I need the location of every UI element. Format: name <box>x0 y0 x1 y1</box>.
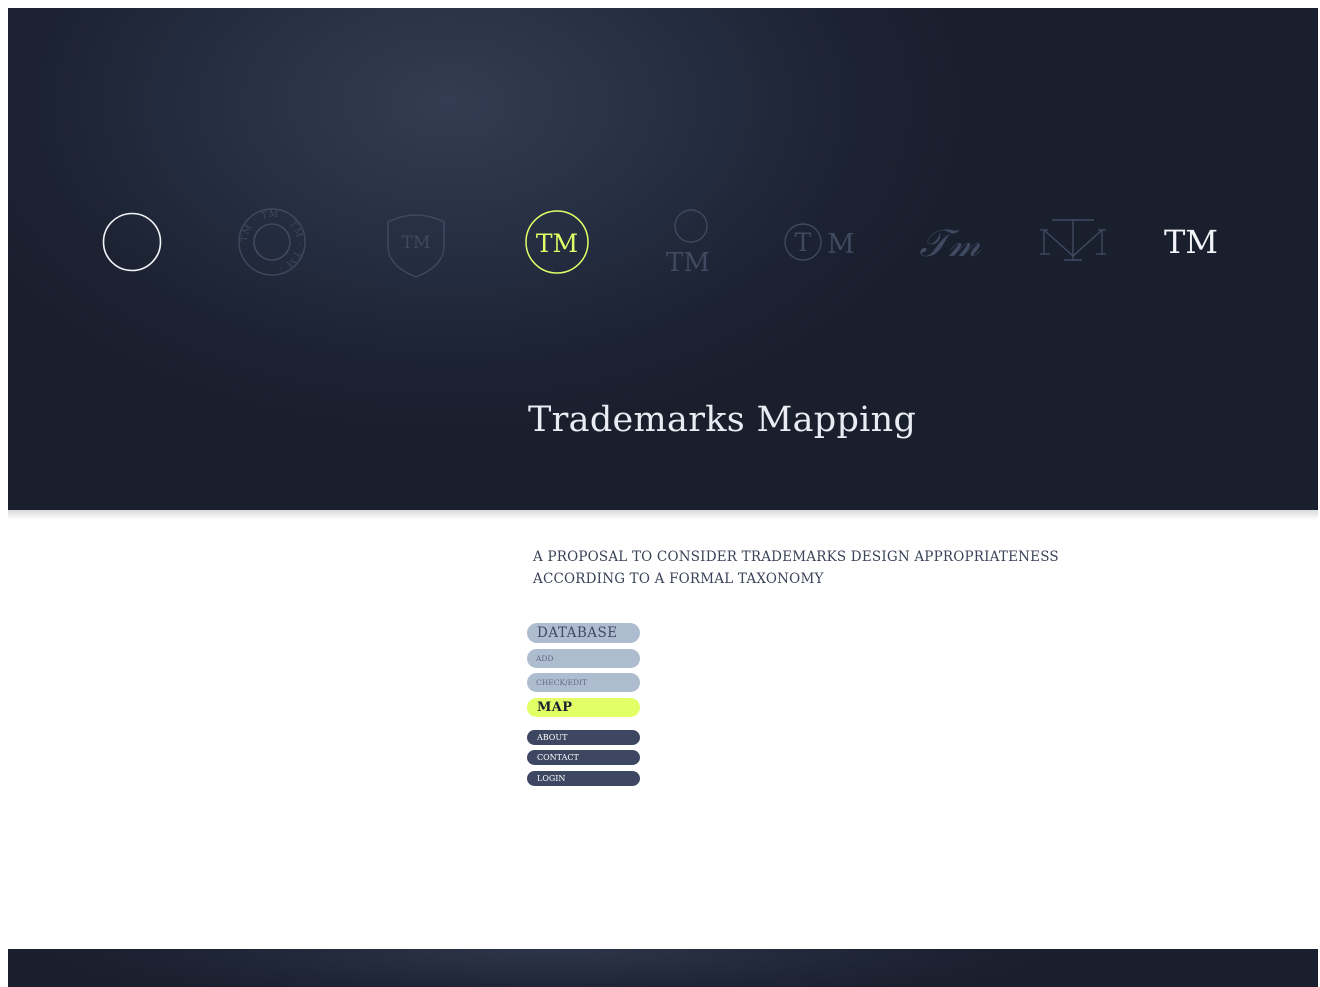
footer-bar <box>8 949 1318 987</box>
page-title: Trademarks Mapping <box>528 400 917 440</box>
trailing-m-text: M <box>827 229 855 260</box>
circle-icon[interactable] <box>102 212 162 272</box>
script-tm-icon[interactable]: 𝒯𝓂 <box>919 221 981 265</box>
circled-tm-text: TM <box>536 229 578 258</box>
circle-above-tm-icon[interactable]: TM <box>666 209 710 278</box>
hero-banner: TM · TM · TM · TM · TM TM TM T M 𝒯𝓂 TM T… <box>8 8 1318 510</box>
plain-tm-icon[interactable]: TM <box>1164 223 1218 261</box>
tagline-line-2: ACCORDING TO A FORMAL TAXONOMY <box>533 571 824 587</box>
circled-tm-icon[interactable]: TM <box>525 210 589 274</box>
plain-tm-text: TM <box>1164 223 1218 261</box>
circled-t-text: T <box>795 228 812 257</box>
shield-text: TM <box>402 233 431 253</box>
circular-seal-icon[interactable]: TM · TM · TM · TM · <box>238 208 306 276</box>
nav-contact[interactable]: CONTACT <box>527 750 640 765</box>
shield-icon[interactable]: TM <box>387 214 445 278</box>
nav-map[interactable]: MAP <box>527 698 640 717</box>
hero-divider <box>8 510 1318 520</box>
nav-check-edit[interactable]: CHECK/EDIT <box>527 673 640 692</box>
nav-about[interactable]: ABOUT <box>527 730 640 745</box>
script-tm-text: 𝒯𝓂 <box>919 221 981 265</box>
tagline: A PROPOSAL TO CONSIDER TRADEMARKS DESIGN… <box>533 546 1093 590</box>
tagline-line-1: A PROPOSAL TO CONSIDER TRADEMARKS DESIGN… <box>533 549 1059 565</box>
circle-above-tm-text: TM <box>666 248 710 278</box>
circled-t-m-icon[interactable]: T M <box>784 223 855 261</box>
page-frame: TM · TM · TM · TM · TM TM TM T M 𝒯𝓂 TM T… <box>0 0 1320 987</box>
seal-text: TM · TM · TM · TM · <box>240 210 303 273</box>
nav-database[interactable]: DATABASE <box>527 623 640 643</box>
nav-add[interactable]: ADD <box>527 649 640 668</box>
monogram-tm-icon[interactable] <box>1040 219 1106 261</box>
nav-login[interactable]: LOGIN <box>527 771 640 786</box>
svg-text:TM · TM · TM · TM ·: TM · TM · TM · TM · <box>240 210 304 273</box>
